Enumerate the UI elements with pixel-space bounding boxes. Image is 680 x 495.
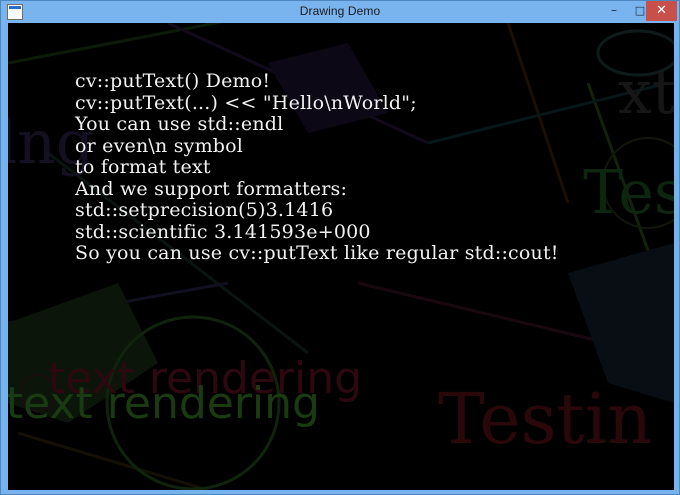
text-line: cv::putText(...) << "Hello\nWorld"; bbox=[75, 91, 417, 114]
text-line: cv::putText() Demo! bbox=[75, 70, 271, 92]
puttext-output: cv::putText() Demo! cv::putText(...) << … bbox=[75, 70, 559, 265]
title-bar[interactable]: Drawing Demo – □ ✕ bbox=[1, 1, 679, 23]
window-title: Drawing Demo bbox=[299, 4, 381, 18]
text-line: You can use std::endl bbox=[75, 113, 284, 135]
bg-line bbox=[8, 23, 224, 65]
bg-line bbox=[357, 281, 609, 345]
text-line: to format text bbox=[75, 156, 211, 178]
text-line: std::scientific 3.141593e+000 bbox=[75, 220, 371, 243]
bg-text-mark: Tes bbox=[583, 158, 674, 228]
minimize-button[interactable]: – bbox=[601, 1, 627, 21]
bg-text-mark: xt bbox=[618, 58, 674, 128]
bg-line bbox=[17, 431, 209, 490]
text-line: or even\n symbol bbox=[75, 134, 244, 157]
text-line: And we support formatters: bbox=[75, 177, 348, 200]
bg-text-mark: gtext rendering bbox=[8, 378, 320, 429]
app-window: Drawing Demo – □ ✕ ng xt Tes Testin text… bbox=[0, 0, 680, 495]
close-button[interactable]: ✕ bbox=[646, 1, 677, 21]
text-line: std::setprecision(5)3.1416 bbox=[75, 199, 334, 221]
bg-text-mark: Testin bbox=[438, 378, 652, 460]
drawing-canvas[interactable]: lng xt Tes Testin text rendering gtext r… bbox=[8, 23, 674, 490]
text-line: So you can use cv::putText like regular … bbox=[75, 242, 559, 264]
